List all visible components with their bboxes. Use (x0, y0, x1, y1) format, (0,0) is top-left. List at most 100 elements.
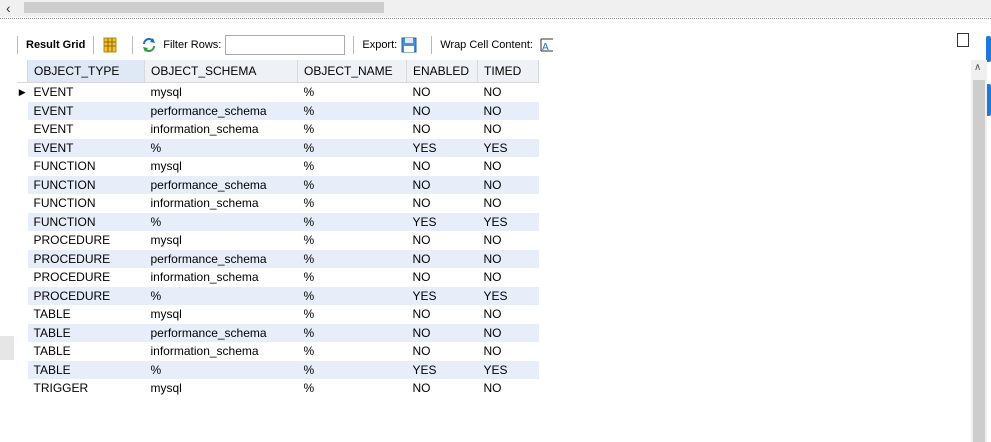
table-cell[interactable]: performance_schema (144, 175, 298, 194)
row-header[interactable] (17, 305, 28, 324)
table-cell[interactable]: % (298, 83, 407, 102)
table-cell[interactable]: % (144, 212, 298, 231)
splitter[interactable] (0, 18, 991, 19)
table-row[interactable]: PROCEDURE performance_schema% NO NO (17, 249, 539, 268)
table-cell[interactable]: information_schema (145, 194, 298, 213)
table-cell[interactable]: % (298, 120, 407, 139)
table-cell[interactable]: NO (407, 305, 478, 324)
row-header[interactable] (17, 249, 28, 268)
table-cell[interactable]: % (297, 175, 407, 194)
table-cell[interactable]: NO (406, 101, 478, 120)
table-cell[interactable]: mysql (145, 83, 298, 102)
table-cell[interactable]: % (298, 379, 407, 398)
table-cell[interactable]: % (297, 360, 407, 379)
table-cell[interactable]: information_schema (145, 342, 298, 361)
table-row[interactable]: FUNCTION information_schema% NO NO (17, 194, 539, 213)
table-row[interactable]: EVENT information_schema% NO NO (17, 120, 539, 139)
table-cell[interactable]: FUNCTION (28, 157, 145, 176)
table-cell[interactable]: PROCEDURE (27, 286, 145, 305)
table-cell[interactable]: NO (478, 342, 539, 361)
table-cell[interactable]: PROCEDURE (28, 268, 145, 287)
table-cell[interactable]: YES (406, 212, 478, 231)
grid-layout-icon[interactable] (102, 37, 118, 53)
table-cell[interactable]: EVENT (27, 138, 145, 157)
row-header[interactable] (17, 342, 28, 361)
table-cell[interactable]: NO (477, 323, 539, 342)
column-header-object-schema[interactable]: OBJECT_SCHEMA (144, 60, 298, 83)
row-header[interactable] (17, 360, 28, 379)
row-header[interactable] (17, 157, 28, 176)
table-row[interactable]: EVENT performance_schema% NO NO (17, 101, 539, 120)
table-cell[interactable]: YES (477, 138, 539, 157)
table-cell[interactable]: NO (478, 83, 539, 102)
table-cell[interactable]: YES (406, 138, 478, 157)
table-cell[interactable]: NO (407, 194, 478, 213)
table-cell[interactable]: EVENT (28, 83, 145, 102)
table-row[interactable]: PROCEDURE%% YES YES (17, 286, 539, 305)
table-row[interactable]: ▶ EVENT mysql% NO NO (17, 82, 539, 102)
row-header[interactable] (17, 175, 28, 194)
table-cell[interactable]: YES (406, 286, 478, 305)
table-cell[interactable]: NO (477, 249, 539, 268)
table-cell[interactable]: TRIGGER (28, 379, 145, 398)
row-header[interactable] (17, 268, 28, 287)
table-cell[interactable]: NO (478, 120, 539, 139)
table-cell[interactable]: mysql (145, 231, 298, 250)
table-cell[interactable]: NO (406, 323, 478, 342)
table-row[interactable]: TABLE information_schema% NO NO (17, 342, 539, 361)
table-row[interactable]: FUNCTION mysql% NO NO (17, 157, 539, 176)
row-header[interactable] (17, 120, 28, 139)
table-row[interactable]: PROCEDURE information_schema% NO NO (17, 268, 539, 287)
table-cell[interactable]: NO (406, 175, 478, 194)
table-row[interactable]: FUNCTION%% YES YES (17, 212, 539, 231)
table-cell[interactable]: % (298, 194, 407, 213)
table-row[interactable]: PROCEDURE mysql% NO NO (17, 231, 539, 250)
row-header[interactable] (17, 101, 28, 120)
table-cell[interactable]: YES (406, 360, 478, 379)
table-row[interactable]: FUNCTION performance_schema% NO NO (17, 175, 539, 194)
table-row[interactable]: TABLE performance_schema% NO NO (17, 323, 539, 342)
table-cell[interactable]: TABLE (28, 342, 145, 361)
table-cell[interactable]: NO (478, 268, 539, 287)
table-row[interactable]: TABLE mysql% NO NO (17, 305, 539, 324)
toggle-side-panel-icon[interactable] (957, 33, 969, 47)
table-cell[interactable]: % (144, 138, 298, 157)
row-header[interactable] (17, 323, 28, 342)
row-header[interactable] (17, 231, 28, 250)
table-cell[interactable]: YES (477, 212, 539, 231)
row-header[interactable] (17, 138, 28, 157)
table-cell[interactable]: TABLE (28, 305, 145, 324)
table-cell[interactable]: NO (407, 157, 478, 176)
table-cell[interactable]: FUNCTION (27, 175, 145, 194)
table-cell[interactable]: % (298, 305, 407, 324)
scroll-left-arrow-icon[interactable]: ‹ (6, 0, 11, 17)
column-header-enabled[interactable]: ENABLED (406, 60, 478, 83)
table-cell[interactable]: mysql (145, 305, 298, 324)
wrap-text-icon[interactable]: A (539, 37, 555, 53)
table-cell[interactable]: mysql (145, 379, 298, 398)
refresh-filter-icon[interactable] (141, 37, 157, 53)
table-cell[interactable]: % (297, 101, 407, 120)
table-row[interactable]: TABLE%% YES YES (17, 360, 539, 379)
table-row[interactable]: EVENT%% YES YES (17, 138, 539, 157)
table-cell[interactable]: TABLE (27, 360, 145, 379)
table-cell[interactable]: NO (478, 157, 539, 176)
table-cell[interactable]: % (144, 360, 298, 379)
filter-rows-input[interactable] (225, 35, 346, 55)
table-cell[interactable]: PROCEDURE (27, 249, 145, 268)
result-grid-tab[interactable]: Result Grid (26, 39, 85, 51)
table-cell[interactable]: NO (407, 231, 478, 250)
table-cell[interactable]: NO (407, 379, 478, 398)
table-cell[interactable]: YES (477, 360, 539, 379)
table-cell[interactable]: performance_schema (144, 249, 298, 268)
table-cell[interactable]: EVENT (28, 120, 145, 139)
table-cell[interactable]: NO (478, 194, 539, 213)
column-header-object-type[interactable]: OBJECT_TYPE (27, 60, 145, 83)
table-cell[interactable]: mysql (145, 157, 298, 176)
table-cell[interactable]: YES (477, 286, 539, 305)
table-cell[interactable]: performance_schema (144, 101, 298, 120)
table-cell[interactable]: % (298, 268, 407, 287)
table-cell[interactable]: % (297, 138, 407, 157)
row-header[interactable] (17, 194, 28, 213)
table-cell[interactable]: % (297, 323, 407, 342)
